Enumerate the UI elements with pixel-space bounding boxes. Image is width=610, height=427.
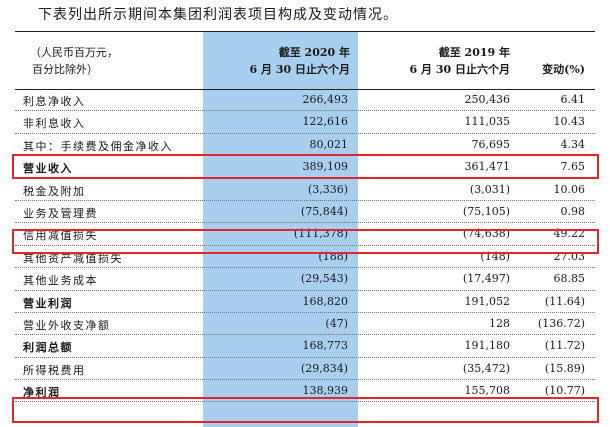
row-label: 营业利润 xyxy=(23,296,73,310)
value-change: (11.72) xyxy=(544,339,585,353)
value-2019: 191,052 xyxy=(464,294,511,308)
value-2019: 155,708 xyxy=(464,384,511,398)
value-2020: 138,939 xyxy=(302,384,349,398)
col-2019-header-line2: 6 月 30 日止六个月 xyxy=(409,63,510,76)
highlight-box-net-profit xyxy=(12,397,599,423)
value-2019: (35,472) xyxy=(462,361,510,375)
value-change: 68.85 xyxy=(553,272,586,286)
highlight-box-credit-impairment xyxy=(12,229,599,254)
value-2020: 168,820 xyxy=(302,294,349,308)
value-2020: (75,844) xyxy=(300,204,348,218)
col-2019-header: 截至 2019 年 6 月 30 日止六个月 xyxy=(365,44,510,78)
table-row: 利息净收入 266,493 250,436 6.41 xyxy=(15,89,595,112)
value-2020: 122,616 xyxy=(302,115,349,129)
value-2019: 250,436 xyxy=(464,93,511,106)
table-row: 业务及管理费 (75,844) (75,105) 0.98 xyxy=(15,201,595,224)
value-2020: (29,543) xyxy=(300,272,348,286)
value-2020: 168,773 xyxy=(302,339,349,353)
row-label: 其中：手续费及佣金净收入 xyxy=(23,139,173,153)
value-2019: (3,031) xyxy=(469,182,510,196)
row-label: 营业外收支净额 xyxy=(23,318,111,332)
value-2019: 111,035 xyxy=(464,115,511,129)
row-label: 税金及附加 xyxy=(23,184,86,198)
table-row: 营业外收支净额 (47) 128 (136.72) xyxy=(15,313,595,336)
table-row: 其他业务成本 (29,543) (17,497) 68.85 xyxy=(15,268,595,291)
value-change: (136.72) xyxy=(537,316,585,330)
table-row: 税金及附加 (3,336) (3,031) 10.06 xyxy=(15,179,595,201)
table-top-border xyxy=(15,31,595,32)
table-row: 所得税费用 (29,834) (35,472) (15.89) xyxy=(15,358,595,381)
row-label: 利润总额 xyxy=(23,341,73,355)
col-2020-header-line1: 截至 2020 年 xyxy=(278,46,350,59)
table-row: 利润总额 168,773 191,180 (11.72) xyxy=(15,335,595,358)
value-change: 4.34 xyxy=(560,137,586,151)
value-2019: 128 xyxy=(489,316,510,330)
table-row: 营业利润 168,820 191,052 (11.64) xyxy=(15,291,595,313)
value-change: (15.89) xyxy=(544,361,585,375)
unit-header-line1: （人民币百万元， xyxy=(30,46,118,59)
value-change: 0.98 xyxy=(560,204,586,218)
value-change: (11.64) xyxy=(544,294,585,308)
row-label: 所得税费用 xyxy=(23,363,86,377)
value-change: (10.77) xyxy=(544,384,585,398)
col-2019-header-line1: 截至 2019 年 xyxy=(438,46,510,59)
value-2020: (29,834) xyxy=(300,361,348,375)
table-row: 非利息收入 122,616 111,035 10.43 xyxy=(15,111,595,134)
value-change: 10.43 xyxy=(553,115,586,129)
value-change: 10.06 xyxy=(553,182,586,196)
row-label: 业务及管理费 xyxy=(23,206,98,220)
value-2019: 76,695 xyxy=(471,137,511,151)
value-2020: 80,021 xyxy=(309,137,349,151)
value-2019: (17,497) xyxy=(462,272,510,286)
col-change-header: 变动(%) xyxy=(542,63,585,76)
value-2020: 266,493 xyxy=(302,93,349,106)
unit-header-line2: 百分比除外） xyxy=(32,63,98,76)
highlight-box-operating-income xyxy=(12,154,599,179)
row-label: 其他业务成本 xyxy=(23,274,98,288)
value-2019: 191,180 xyxy=(464,339,511,353)
intro-text: 下表列出所示期间本集团利润表项目构成及变动情况。 xyxy=(38,7,398,23)
table-row: 其中：手续费及佣金净收入 80,021 76,695 4.34 xyxy=(15,134,595,157)
value-2020: (47) xyxy=(325,316,348,330)
col-2020-header-line2: 6 月 30 日止六个月 xyxy=(249,63,350,76)
col-2020-header: 截至 2020 年 6 月 30 日止六个月 xyxy=(210,44,350,78)
value-change: 6.41 xyxy=(560,93,586,106)
value-2019: (75,105) xyxy=(462,204,510,218)
row-label: 利息净收入 xyxy=(23,95,86,108)
value-2020: (3,336) xyxy=(307,182,348,196)
row-label: 非利息收入 xyxy=(23,117,86,131)
unit-header: （人民币百万元， 百分比除外） xyxy=(30,44,118,78)
